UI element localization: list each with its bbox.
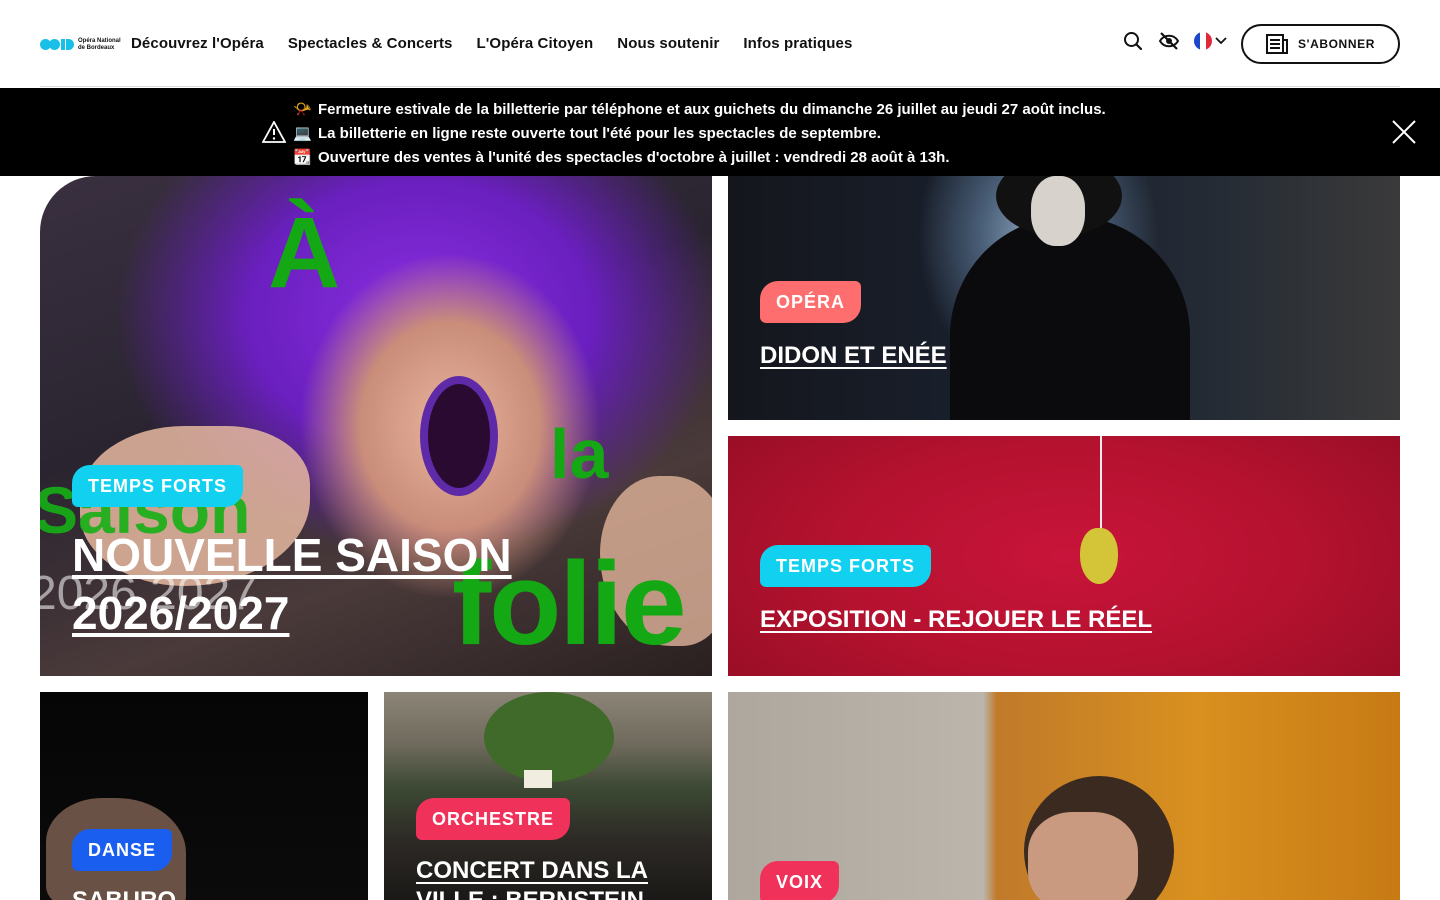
concert-image-tree <box>484 692 614 782</box>
expo-image-string <box>1100 436 1102 536</box>
nav-spectacles[interactable]: Spectacles & Concerts <box>288 34 453 54</box>
tag-orchestre: ORCHESTRE <box>416 798 571 840</box>
alert-text: Fermeture estivale de la billetterie par… <box>318 101 1106 118</box>
card-didon-et-enee[interactable]: OPÉRA DIDON ET ENÉE <box>728 176 1400 420</box>
expo-image-bulb <box>1080 528 1118 584</box>
site-header: Opéra National de Bordeaux Découvrez l'O… <box>0 0 1440 88</box>
nav-decouvrez[interactable]: Découvrez l'Opéra <box>131 34 264 54</box>
card-title[interactable]: CONCERT DANS LA VILLE : BERNSTEIN <box>416 856 648 900</box>
nav-infos[interactable]: Infos pratiques <box>743 34 852 54</box>
concert-image-screen <box>524 770 552 788</box>
warning-triangle-icon <box>261 120 287 148</box>
tag-opera: OPÉRA <box>760 281 862 323</box>
logo-mark-icon <box>40 39 74 50</box>
tag-temps-forts: TEMPS FORTS <box>760 545 932 587</box>
nav-citoyen[interactable]: L'Opéra Citoyen <box>477 34 594 54</box>
accessibility-eye-off-icon[interactable] <box>1158 30 1180 52</box>
hero-image-mouth <box>420 376 498 496</box>
chevron-down-icon <box>1215 37 1227 45</box>
card-concert-dans-la-ville[interactable]: ORCHESTRE CONCERT DANS LA VILLE : BERNST… <box>384 692 712 900</box>
alert-messages: 📯 Fermeture estivale de la billetterie pa… <box>292 98 1106 170</box>
card-title-line: VILLE : BERNSTEIN <box>416 886 648 900</box>
french-flag-icon <box>1194 32 1212 50</box>
alert-text: La billetterie en ligne reste ouverte to… <box>318 125 881 142</box>
card-title[interactable]: SABURO <box>72 886 176 900</box>
newspaper-icon <box>1266 34 1289 54</box>
tag-danse: DANSE <box>72 829 173 871</box>
card-title[interactable]: EXPOSITION - REJOUER LE RÉEL <box>760 605 1152 635</box>
card-exposition[interactable]: TEMPS FORTS EXPOSITION - REJOUER LE RÉEL <box>728 436 1400 676</box>
nav-soutenir[interactable]: Nous soutenir <box>617 34 719 54</box>
alert-line: 💻 La billetterie en ligne reste ouverte t… <box>292 122 1106 146</box>
main-nav: Découvrez l'Opéra Spectacles & Concerts … <box>131 34 852 54</box>
card-title-line: 2026/2027 <box>72 587 290 639</box>
alert-line: 📆 Ouverture des ventes à l'unité des spec… <box>292 146 1106 170</box>
card-title[interactable]: NOUVELLE SAISON 2026/2027 <box>72 526 512 642</box>
card-title-line: CONCERT DANS LA <box>416 857 648 884</box>
card-title-line: NOUVELLE SAISON <box>72 529 512 581</box>
tag-voix: VOIX <box>760 861 840 900</box>
subscribe-button[interactable]: S'ABONNER <box>1241 24 1400 64</box>
postal-horn-icon: 📯 <box>293 101 312 118</box>
tag-temps-forts: TEMPS FORTS <box>72 465 244 507</box>
voix-image-face <box>1028 812 1138 900</box>
card-voix[interactable]: VOIX <box>728 692 1400 900</box>
language-selector[interactable] <box>1194 32 1227 50</box>
header-tools <box>1122 30 1227 52</box>
cookie-tab[interactable] <box>0 872 40 900</box>
close-icon[interactable] <box>1392 120 1416 144</box>
card-title[interactable]: DIDON ET ENÉE <box>760 341 947 371</box>
alert-text: Ouverture des ventes à l'unité des spect… <box>318 149 950 166</box>
logo-text: Opéra National de Bordeaux <box>78 38 121 51</box>
laptop-icon: 💻 <box>293 125 312 142</box>
opera-logo[interactable]: Opéra National de Bordeaux <box>40 38 124 51</box>
alert-line: 📯 Fermeture estivale de la billetterie pa… <box>292 98 1106 122</box>
subscribe-label: S'ABONNER <box>1298 37 1375 51</box>
calendar-icon: 📆 <box>293 149 312 166</box>
header-divider <box>40 86 1400 87</box>
card-saburo[interactable]: DANSE SABURO <box>40 692 368 900</box>
card-nouvelle-saison[interactable]: À la Saison 2026 2027 folie TEMPS FORTS … <box>40 176 712 676</box>
search-icon[interactable] <box>1122 30 1144 52</box>
poster-word: À <box>268 197 341 309</box>
didon-image-face <box>1031 176 1085 246</box>
poster-word: la <box>550 415 609 493</box>
